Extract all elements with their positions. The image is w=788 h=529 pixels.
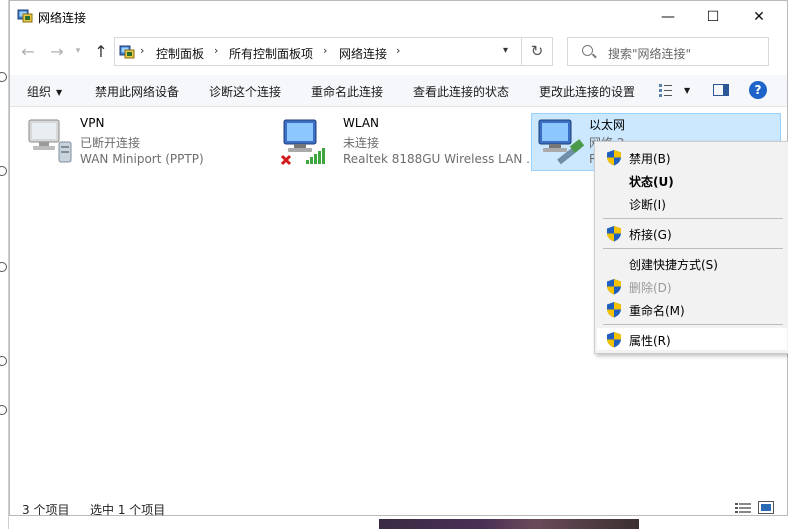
rename-button[interactable]: 重命名此连接 <box>311 83 383 100</box>
minimize-button[interactable]: — <box>645 1 691 32</box>
menu-item-label: 桥接(G) <box>629 228 672 242</box>
item-count: 3 个项目 <box>22 503 70 517</box>
search-input[interactable]: 搜索"网络连接" <box>608 45 691 62</box>
change-settings-button[interactable]: 更改此连接的设置 <box>539 83 635 100</box>
desktop-icon <box>0 72 7 82</box>
search-box[interactable]: 搜索"网络连接" <box>567 37 769 66</box>
status-bar: 3 个项目 选中 1 个项目 <box>10 498 787 517</box>
view-options-dropdown[interactable]: ▼ <box>684 86 690 95</box>
desktop-icon <box>0 405 7 415</box>
breadcrumb-separator: › <box>140 44 145 57</box>
refresh-button[interactable]: ↻ <box>522 37 553 66</box>
network-connections-icon <box>17 9 33 23</box>
breadcrumb-separator[interactable]: › <box>396 44 400 57</box>
uac-shield-icon <box>607 279 621 295</box>
diagnose-button[interactable]: 诊断这个连接 <box>209 83 281 100</box>
breadcrumb-separator[interactable]: › <box>323 44 327 57</box>
disable-device-button[interactable]: 禁用此网络设备 <box>95 83 179 100</box>
menu-item-delete[interactable]: 删除(D) <box>597 275 787 297</box>
title-bar[interactable]: 网络连接 — ☐ ✕ <box>10 1 787 32</box>
control-panel-icon <box>119 45 135 59</box>
organize-menu[interactable]: 组织 ▼ <box>27 83 62 100</box>
menu-item-label: 状态(U) <box>629 175 674 189</box>
close-button[interactable]: ✕ <box>736 1 782 32</box>
view-options-icon[interactable] <box>659 83 673 97</box>
help-button[interactable]: ? <box>749 81 767 99</box>
selected-count: 选中 1 个项目 <box>90 503 166 517</box>
context-menu: 禁用(B) 状态(U) 诊断(I) 桥接(G) 创建快捷方式(S) 删除(D) <box>594 141 788 354</box>
breadcrumb-network-connections[interactable]: 网络连接 <box>339 45 387 62</box>
vpn-connection-icon <box>28 119 72 163</box>
connection-name: VPN <box>80 116 105 130</box>
menu-item-label: 属性(R) <box>629 334 671 348</box>
network-connections-window: 网络连接 — ☐ ✕ ← → ▾ ↑ › 控制面板 › 所有控制面板项 › 网络… <box>9 0 788 517</box>
organize-label: 组织 <box>27 85 52 99</box>
back-button[interactable]: ← <box>18 42 38 62</box>
menu-item-diagnose[interactable]: 诊断(I) <box>597 192 787 214</box>
recent-locations-dropdown[interactable]: ▾ <box>68 46 88 66</box>
breadcrumb-all-items[interactable]: 所有控制面板项 <box>229 45 313 62</box>
menu-separator <box>603 218 783 219</box>
menu-item-label: 诊断(I) <box>629 198 666 212</box>
menu-item-status[interactable]: 状态(U) <box>597 169 787 191</box>
connection-name: 以太网 <box>589 118 626 132</box>
uac-shield-icon <box>607 332 621 348</box>
uac-shield-icon <box>607 302 621 318</box>
large-icons-view-icon[interactable] <box>758 501 774 514</box>
ethernet-connection-icon <box>538 119 585 165</box>
menu-item-disable[interactable]: 禁用(B) <box>597 146 787 168</box>
forward-button[interactable]: → <box>47 42 67 62</box>
menu-item-rename[interactable]: 重命名(M) <box>597 298 787 320</box>
up-button[interactable]: ↑ <box>91 42 111 62</box>
uac-shield-icon <box>607 150 621 166</box>
menu-separator <box>603 324 783 325</box>
connection-name: WLAN <box>343 116 380 130</box>
desktop-icon <box>0 356 7 366</box>
desktop-icon <box>0 166 7 176</box>
search-icon <box>582 45 593 56</box>
menu-item-create-shortcut[interactable]: 创建快捷方式(S) <box>597 252 787 274</box>
maximize-button[interactable]: ☐ <box>690 1 736 32</box>
window-title: 网络连接 <box>38 11 87 25</box>
taskbar-preview <box>379 519 639 529</box>
connection-status: 已断开连接 <box>80 136 141 150</box>
connection-device: WAN Miniport (PPTP) <box>80 152 204 166</box>
details-view-icon[interactable] <box>735 502 751 514</box>
menu-item-properties[interactable]: 属性(R) <box>597 328 787 350</box>
connection-device: Realtek 8188GU Wireless LAN ... <box>343 152 538 166</box>
uac-shield-icon <box>607 226 621 242</box>
address-dropdown-icon[interactable]: ▾ <box>503 45 508 56</box>
breadcrumb-control-panel[interactable]: 控制面板 <box>156 45 204 62</box>
connection-status: 未连接 <box>343 136 380 150</box>
view-status-button[interactable]: 查看此连接的状态 <box>413 83 509 100</box>
menu-item-label: 禁用(B) <box>629 152 671 166</box>
menu-item-bridge[interactable]: 桥接(G) <box>597 222 787 244</box>
menu-item-label: 删除(D) <box>629 281 672 295</box>
menu-item-label: 重命名(M) <box>629 304 685 318</box>
command-bar: 组织 ▼ 禁用此网络设备 诊断这个连接 重命名此连接 查看此连接的状态 更改此连接… <box>10 75 787 107</box>
preview-pane-icon[interactable] <box>713 84 729 96</box>
address-bar[interactable]: › 控制面板 › 所有控制面板项 › 网络连接 › ▾ <box>114 37 522 66</box>
menu-separator <box>603 248 783 249</box>
menu-item-label: 创建快捷方式(S) <box>629 258 718 272</box>
breadcrumb-separator[interactable]: › <box>214 44 218 57</box>
desktop-edge <box>0 0 9 529</box>
connection-wlan[interactable]: WLAN 未连接 Realtek 8188GU Wireless LAN ... <box>278 113 538 171</box>
wlan-connection-icon <box>280 119 325 166</box>
caret-down-icon: ▼ <box>56 88 63 97</box>
desktop-icon <box>0 262 7 272</box>
connection-vpn[interactable]: VPN 已断开连接 WAN Miniport (PPTP) <box>23 113 273 171</box>
